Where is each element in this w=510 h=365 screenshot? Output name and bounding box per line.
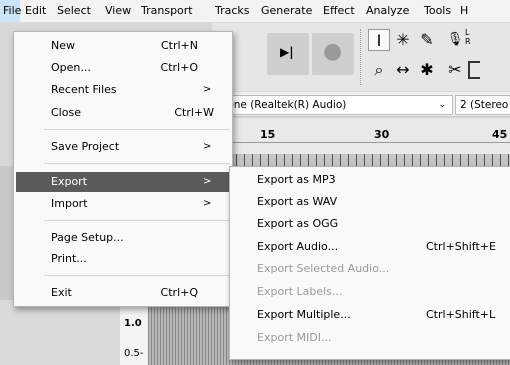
- chevron-right-icon: >: [203, 84, 212, 95]
- envelope-tool-icon[interactable]: ✳: [392, 29, 414, 51]
- export-as-wav[interactable]: Export as WAV: [230, 191, 510, 213]
- menu-view[interactable]: View: [105, 0, 131, 22]
- menu-analyze[interactable]: Analyze: [366, 0, 409, 22]
- chevron-right-icon: >: [203, 198, 212, 209]
- chevron-right-icon: >: [203, 176, 212, 187]
- device-toolbar: phone (Realtek(R) Audio) ⌄ 2 (Stereo: [212, 92, 510, 117]
- file-menu: New Ctrl+N Open... Ctrl+O Recent Files >…: [13, 31, 233, 307]
- file-menu-recent-files[interactable]: Recent Files >: [14, 79, 232, 101]
- scale-value: 1.0: [124, 318, 142, 329]
- file-menu-close[interactable]: Close Ctrl+W: [14, 102, 232, 124]
- menu-transport[interactable]: Transport: [141, 0, 193, 22]
- menu-bar: File Edit Select View Transport Tracks G…: [0, 0, 510, 23]
- selection-tool-icon[interactable]: I: [368, 29, 390, 51]
- channels-select[interactable]: 2 (Stereo: [455, 95, 510, 115]
- menu-file[interactable]: File: [0, 0, 21, 22]
- file-menu-page-setup[interactable]: Page Setup...: [14, 227, 232, 249]
- menu-effect[interactable]: Effect: [323, 0, 355, 22]
- menu-separator: [44, 163, 230, 164]
- export-labels[interactable]: Export Labels...: [230, 281, 510, 303]
- ruler-label: 30: [374, 128, 390, 141]
- record-button[interactable]: ●: [312, 33, 354, 75]
- skip-to-end-button[interactable]: ▶|: [267, 33, 309, 75]
- ruler-label: 15: [260, 128, 276, 141]
- export-as-mp3[interactable]: Export as MP3: [230, 169, 510, 191]
- file-menu-import[interactable]: Import >: [14, 193, 232, 215]
- export-as-ogg[interactable]: Export as OGG: [230, 213, 510, 235]
- menu-separator: [44, 275, 230, 276]
- menu-help[interactable]: H: [460, 0, 468, 22]
- export-audio[interactable]: Export Audio... Ctrl+Shift+E: [230, 236, 510, 258]
- toolbar: ▶| ● I ✳ ✎ 🎙 LR ⌕ ↔ ✱ ✂: [212, 23, 510, 91]
- time-shift-tool-icon[interactable]: ↔: [392, 59, 414, 81]
- track-control-panel[interactable]: [0, 300, 120, 365]
- ruler-divider: [212, 142, 510, 143]
- track-vertical-scale: 1.0 0.5-: [120, 300, 149, 365]
- menu-select[interactable]: Select: [57, 0, 91, 22]
- export-selected-audio[interactable]: Export Selected Audio...: [230, 258, 510, 280]
- record-icon: ●: [323, 39, 343, 64]
- export-multiple[interactable]: Export Multiple... Ctrl+Shift+L: [230, 304, 510, 326]
- file-menu-save-project[interactable]: Save Project >: [14, 136, 232, 158]
- recording-device-value: phone (Realtek(R) Audio): [214, 99, 347, 111]
- file-menu-export[interactable]: Export >: [14, 171, 232, 193]
- skip-end-icon: ▶|: [280, 45, 294, 59]
- copy-icon[interactable]: [468, 61, 480, 79]
- ruler-label: 45: [492, 128, 508, 141]
- menu-edit[interactable]: Edit: [25, 0, 46, 22]
- cut-icon[interactable]: ✂: [444, 59, 466, 81]
- file-menu-print[interactable]: Print...: [14, 248, 232, 270]
- timeline-ruler[interactable]: 15 30 45: [212, 118, 510, 167]
- draw-tool-icon[interactable]: ✎: [416, 29, 438, 51]
- file-menu-exit[interactable]: Exit Ctrl+Q: [14, 282, 232, 304]
- ruler-ticks: [212, 154, 510, 166]
- zoom-tool-icon[interactable]: ⌕: [368, 59, 390, 81]
- menu-tracks[interactable]: Tracks: [215, 0, 250, 22]
- export-midi[interactable]: Export MIDI...: [230, 327, 510, 349]
- menu-separator: [44, 129, 230, 130]
- file-menu-open[interactable]: Open... Ctrl+O: [14, 57, 232, 79]
- channels-value: 2 (Stereo: [460, 99, 509, 111]
- menu-separator: [44, 220, 230, 221]
- chevron-down-icon: ⌄: [438, 100, 446, 110]
- menu-generate[interactable]: Generate: [261, 0, 312, 22]
- menu-tools[interactable]: Tools: [424, 0, 451, 22]
- export-submenu: Export as MP3 Export as WAV Export as OG…: [229, 166, 510, 360]
- toolbar-grip[interactable]: [360, 29, 363, 85]
- scale-value: 0.5-: [124, 348, 144, 359]
- multi-tool-icon[interactable]: ✱: [416, 59, 438, 81]
- chevron-right-icon: >: [203, 141, 212, 152]
- meter-channel-letters: LR: [465, 28, 471, 46]
- microphone-icon[interactable]: 🎙: [444, 29, 466, 51]
- recording-device-select[interactable]: phone (Realtek(R) Audio) ⌄: [212, 95, 453, 115]
- file-menu-new[interactable]: New Ctrl+N: [14, 35, 232, 57]
